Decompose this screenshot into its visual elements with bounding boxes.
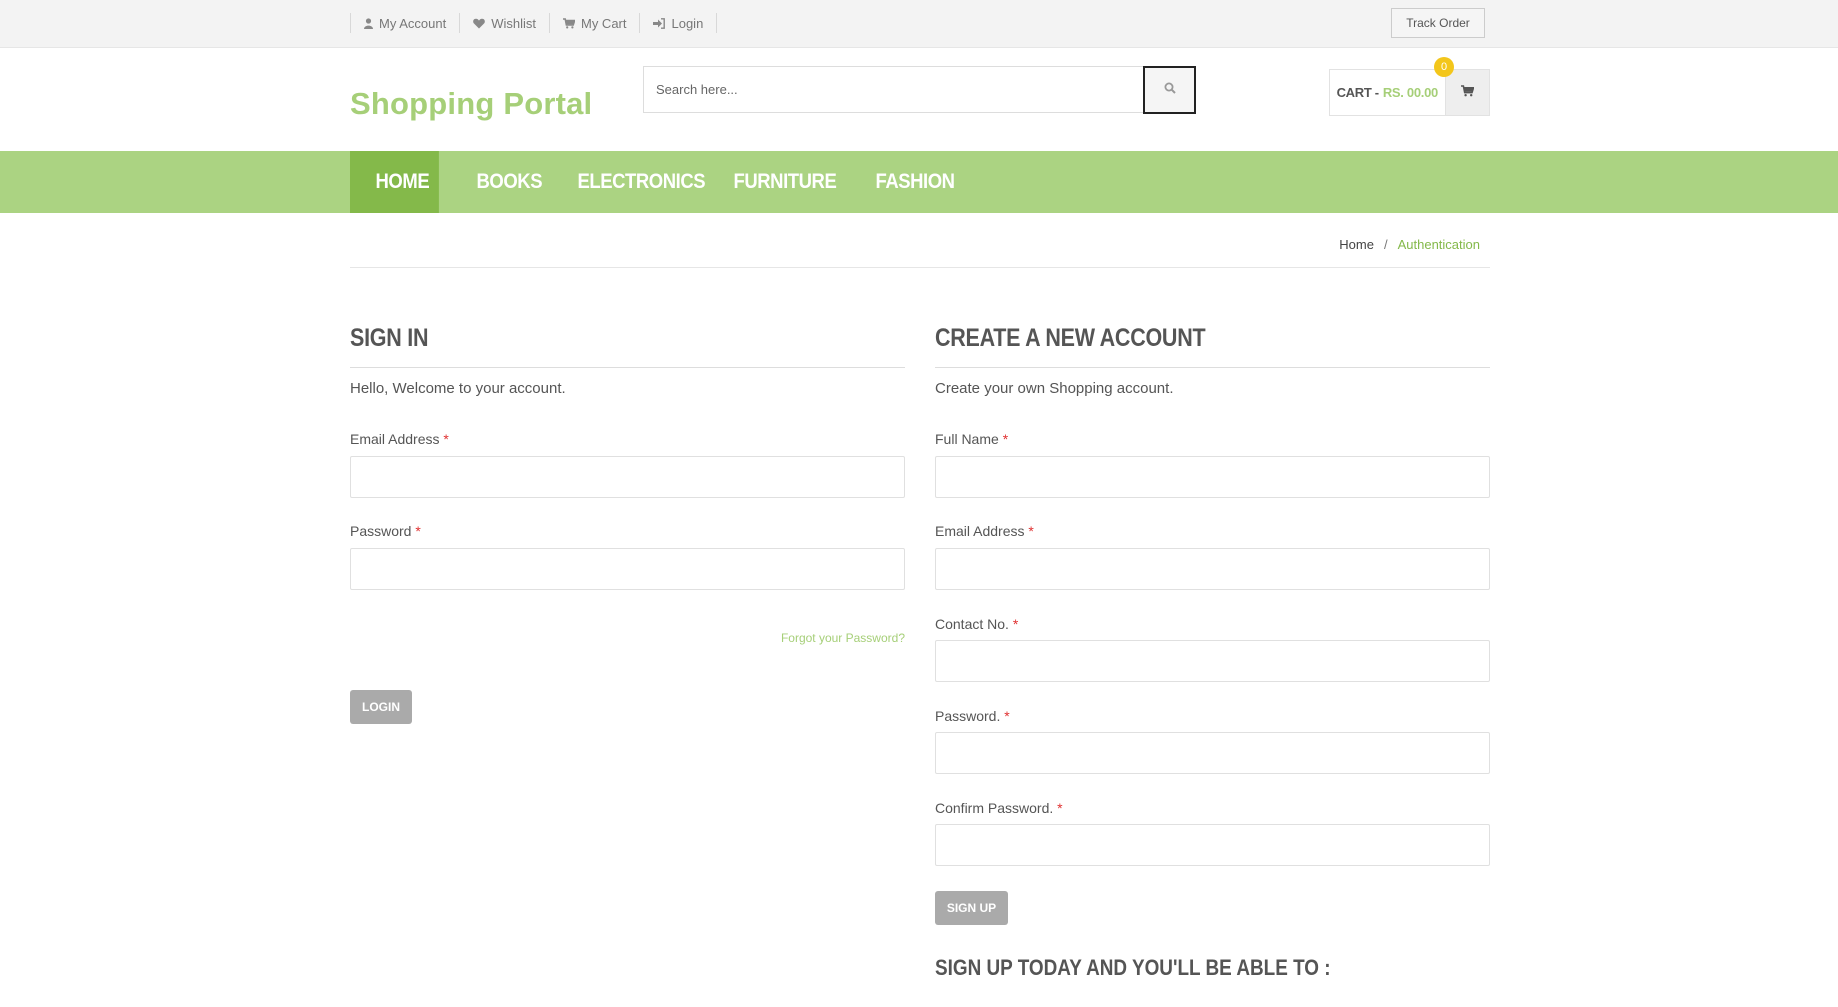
required-mark: *	[1028, 523, 1034, 539]
breadcrumb-home[interactable]: Home	[1339, 237, 1374, 252]
sign-in-subtitle: Hello, Welcome to your account.	[350, 380, 566, 397]
fullname-label-text: Full Name	[935, 431, 999, 447]
my-cart-link[interactable]: My Cart	[550, 13, 641, 33]
cart-icon	[562, 17, 575, 29]
signup-email-label-text: Email Address	[935, 523, 1025, 539]
required-mark: *	[1012, 616, 1019, 632]
signup-confirm-password-field[interactable]	[935, 824, 1490, 866]
confirm-password-label-text: Confirm Password.	[935, 800, 1054, 816]
search-icon	[1164, 81, 1176, 99]
forgot-password-link[interactable]: Forgot your Password?	[781, 631, 905, 645]
nav-item-label: FASHION	[875, 170, 956, 193]
nav-item-label: ELECTRONICS	[577, 170, 706, 193]
email-label-text: Email Address	[350, 431, 440, 447]
cart-icon	[1460, 84, 1475, 102]
nav-item-label: HOME	[375, 170, 430, 193]
my-cart-label: My Cart	[580, 15, 627, 31]
create-account-subtitle: Create your own Shopping account.	[935, 380, 1174, 397]
signup-contact-field[interactable]	[935, 640, 1490, 682]
signup-fullname-field[interactable]	[935, 456, 1490, 498]
sign-in-title: SIGN IN	[350, 324, 429, 352]
required-mark: *	[1057, 800, 1063, 816]
wishlist-label: Wishlist	[491, 15, 536, 31]
sign-in-panel: SIGN IN Hello, Welcome to your account. …	[350, 324, 905, 724]
nav-item-furniture[interactable]: FURNITURE	[708, 151, 837, 213]
user-icon	[364, 17, 373, 29]
required-mark: *	[443, 431, 449, 447]
cart-icon-box	[1444, 70, 1489, 115]
cart-label: CART -	[1336, 85, 1380, 100]
top-bar: My Account Wishlist My Cart Login Track …	[0, 0, 1838, 48]
nav-item-label: BOOKS	[476, 170, 543, 193]
cart-amount: RS. 00.00	[1382, 85, 1438, 100]
login-button[interactable]: LOGIN	[350, 690, 412, 724]
my-account-label: My Account	[379, 15, 447, 31]
signin-password-field[interactable]	[350, 548, 905, 590]
heart-icon	[473, 18, 486, 29]
nav-item-home[interactable]: HOME	[350, 151, 439, 213]
search-input[interactable]	[643, 66, 1143, 113]
create-account-divider	[935, 367, 1490, 368]
password-label: Password *	[350, 523, 421, 539]
my-account-link[interactable]: My Account	[351, 13, 461, 33]
top-links: My Account Wishlist My Cart Login	[350, 13, 718, 33]
required-mark: *	[1002, 431, 1009, 447]
login-link[interactable]: Login	[640, 13, 718, 33]
confirm-password-label: Confirm Password. *	[935, 800, 1063, 816]
sign-in-icon	[653, 17, 666, 29]
main-nav: HOME BOOKS ELECTRONICS FURNITURE FASHION	[350, 151, 970, 213]
breadcrumb: Home / Authentication	[1339, 237, 1480, 252]
site-logo[interactable]: Shopping Portal	[350, 86, 592, 122]
signup-email-field[interactable]	[935, 548, 1490, 590]
required-mark: *	[415, 523, 421, 539]
password-label-text: Password	[350, 523, 412, 539]
signin-email-field[interactable]	[350, 456, 905, 498]
breadcrumb-current: Authentication	[1397, 237, 1480, 252]
nav-item-electronics[interactable]: ELECTRONICS	[552, 151, 706, 213]
signup-password-field[interactable]	[935, 732, 1490, 774]
search-bar	[643, 66, 1196, 114]
cart-count-badge: 0	[1434, 57, 1454, 77]
sign-up-benefits-title: SIGN UP TODAY AND YOU'LL BE ABLE TO :	[935, 955, 1331, 980]
email-label: Email Address *	[350, 431, 449, 447]
fullname-label: Full Name *	[935, 431, 1008, 447]
create-account-title: CREATE A NEW ACCOUNT	[935, 324, 1206, 352]
signup-email-label: Email Address *	[935, 523, 1034, 539]
signup-password-label: Password. *	[935, 708, 1010, 724]
login-label: Login	[671, 15, 704, 31]
search-button[interactable]	[1143, 66, 1196, 114]
page: My Account Wishlist My Cart Login Track …	[0, 0, 1838, 1007]
breadcrumb-separator: /	[1383, 237, 1388, 252]
main-nav-bar: HOME BOOKS ELECTRONICS FURNITURE FASHION	[0, 151, 1838, 213]
nav-item-label: FURNITURE	[733, 170, 837, 193]
required-mark: *	[1004, 708, 1010, 724]
contact-label-text: Contact No.	[935, 616, 1009, 632]
wishlist-link[interactable]: Wishlist	[460, 13, 550, 33]
signup-password-label-text: Password.	[935, 708, 1001, 724]
create-account-panel: CREATE A NEW ACCOUNT Create your own Sho…	[935, 324, 1490, 980]
breadcrumb-divider	[350, 267, 1490, 268]
sign-up-button[interactable]: SIGN UP	[935, 891, 1008, 925]
cart-summary[interactable]: CART - RS. 00.00	[1329, 69, 1490, 116]
cart-total: CART - RS. 00.00	[1330, 70, 1445, 115]
contact-label: Contact No. *	[935, 616, 1018, 632]
track-order-button[interactable]: Track Order	[1391, 8, 1485, 38]
nav-item-books[interactable]: BOOKS	[451, 151, 543, 213]
nav-item-fashion[interactable]: FASHION	[850, 151, 956, 213]
sign-in-divider	[350, 367, 905, 368]
